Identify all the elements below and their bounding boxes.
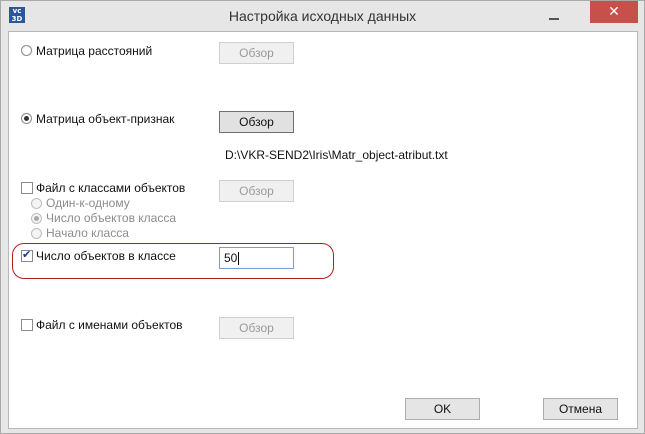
ok-button[interactable]: OK	[405, 398, 480, 420]
objects-per-class-input[interactable]: 50	[219, 247, 294, 269]
distance-matrix-label: Матрица расстояний	[36, 44, 153, 58]
class-file-label: Файл с классами объектов	[36, 181, 186, 195]
minimize-icon	[549, 18, 559, 20]
dialog-window: vc 3D Настройка исходных данных ✕ Матриц…	[0, 0, 645, 434]
class-start-label: Начало класса	[46, 226, 129, 240]
class-file-browse-button[interactable]: Обзор	[219, 180, 294, 202]
distance-matrix-browse-button[interactable]: Обзор	[219, 42, 294, 64]
text-caret	[238, 252, 240, 266]
one-to-one-radio[interactable]	[31, 198, 42, 209]
object-feature-matrix-radio[interactable]	[21, 113, 32, 124]
object-feature-matrix-browse-button[interactable]: Обзор	[219, 111, 294, 133]
distance-matrix-radio[interactable]	[21, 45, 32, 56]
class-file-checkbox[interactable]	[21, 182, 33, 194]
object-feature-matrix-label: Матрица объект-признак	[36, 112, 175, 126]
objects-per-class-label: Число объектов в классе	[36, 249, 176, 263]
minimize-button[interactable]	[543, 5, 563, 25]
objects-per-class-checkbox[interactable]	[21, 248, 33, 262]
dialog-content: Матрица расстояний Обзор Матрица объект-…	[8, 31, 638, 429]
cancel-button[interactable]: Отмена	[543, 398, 618, 420]
objects-per-class-option-label: Число объектов класса	[46, 211, 177, 225]
close-button[interactable]: ✕	[590, 1, 638, 23]
object-names-file-label: Файл с именами объектов	[36, 318, 183, 332]
objects-per-class-value: 50	[224, 251, 238, 265]
object-names-file-browse-button[interactable]: Обзор	[219, 317, 294, 339]
title-bar: vc 3D Настройка исходных данных ✕	[1, 1, 644, 31]
class-start-radio[interactable]	[31, 228, 42, 239]
object-names-file-checkbox[interactable]	[21, 319, 33, 331]
selected-file-path: D:\VKR-SEND2\Iris\Matr_object-atribut.tx…	[225, 148, 448, 162]
objects-per-class-radio[interactable]	[31, 213, 42, 224]
one-to-one-label: Один-к-одному	[46, 196, 130, 210]
